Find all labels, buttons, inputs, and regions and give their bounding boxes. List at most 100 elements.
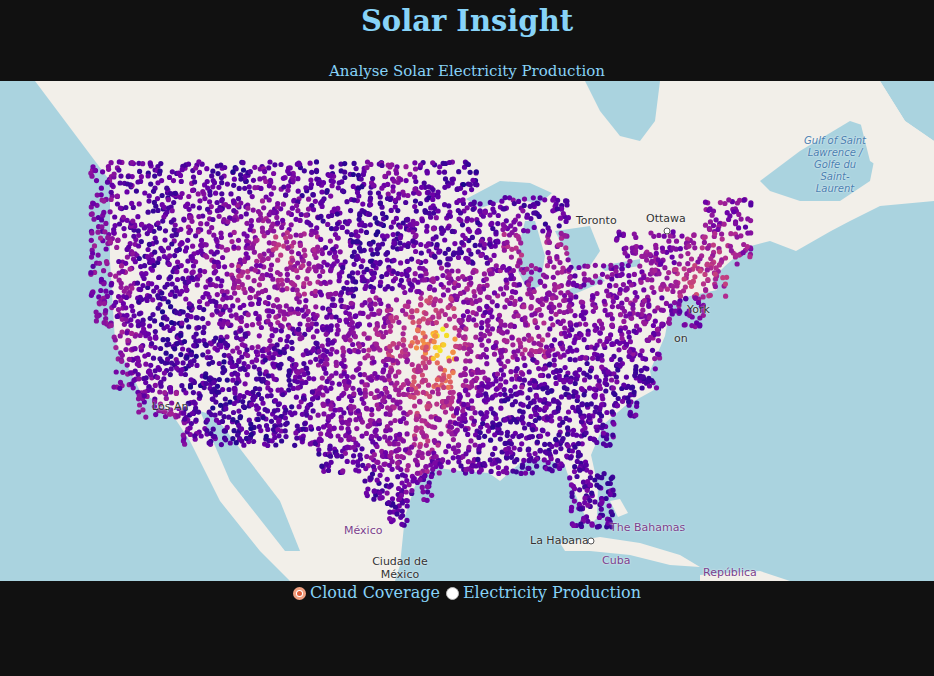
data-point — [349, 287, 354, 292]
data-point — [267, 197, 272, 202]
data-point — [462, 190, 467, 195]
data-point — [452, 241, 457, 246]
data-point — [130, 160, 135, 165]
data-point — [395, 208, 400, 213]
data-point — [216, 264, 221, 269]
data-point — [337, 274, 342, 279]
data-point — [475, 230, 480, 235]
data-point — [417, 265, 422, 270]
data-point — [504, 285, 509, 290]
data-point — [111, 230, 116, 235]
data-point — [309, 170, 314, 175]
data-point — [489, 221, 494, 226]
data-cell — [726, 197, 754, 231]
data-point — [319, 200, 324, 205]
data-point — [554, 254, 559, 259]
data-point — [660, 246, 665, 251]
data-point — [485, 261, 490, 266]
data-point — [274, 215, 279, 220]
data-point — [108, 239, 113, 244]
data-point — [101, 268, 106, 273]
data-point — [714, 217, 719, 222]
data-point — [335, 212, 340, 217]
data-point — [427, 286, 432, 291]
data-point — [656, 233, 661, 238]
data-point — [671, 229, 676, 234]
data-point — [215, 171, 220, 176]
hudson-bay — [585, 81, 660, 141]
data-point — [118, 174, 123, 179]
data-point — [468, 182, 473, 187]
data-point — [403, 200, 408, 205]
data-cell — [318, 232, 344, 268]
data-cell — [316, 196, 343, 231]
data-point — [231, 244, 236, 249]
data-point — [532, 289, 537, 294]
data-point — [466, 227, 471, 232]
data-point — [398, 246, 403, 251]
data-point — [240, 160, 245, 165]
data-point — [397, 241, 402, 246]
data-point — [298, 243, 303, 248]
data-point — [278, 162, 283, 167]
data-point — [352, 262, 357, 267]
data-point — [319, 189, 324, 194]
data-point — [276, 242, 281, 247]
data-point — [339, 290, 344, 295]
data-point — [413, 249, 418, 254]
data-point — [219, 245, 224, 250]
data-point — [538, 195, 543, 200]
data-point — [115, 194, 120, 199]
data-cell — [135, 196, 160, 234]
data-point — [465, 216, 470, 221]
data-point — [162, 238, 167, 243]
data-point — [89, 174, 94, 179]
data-point — [124, 286, 129, 291]
data-point — [191, 263, 196, 268]
data-point — [442, 237, 447, 242]
data-point — [308, 222, 313, 227]
data-point — [178, 173, 183, 178]
data-point — [283, 235, 288, 240]
data-point — [212, 264, 217, 269]
data-point — [431, 226, 436, 231]
data-point — [517, 221, 522, 226]
data-cell — [431, 231, 458, 268]
data-point — [339, 179, 344, 184]
data-point — [387, 267, 392, 272]
data-point — [446, 247, 451, 252]
data-point — [633, 248, 638, 253]
data-point — [368, 202, 373, 207]
data-point — [441, 292, 446, 297]
data-point — [295, 275, 300, 280]
data-point — [290, 258, 295, 263]
data-point — [728, 244, 733, 249]
data-point — [250, 194, 255, 199]
data-point — [418, 242, 423, 247]
data-point — [303, 185, 308, 190]
data-point — [468, 252, 473, 257]
map[interactable]: OttawaTorontoYorkonLos AnMéxicoCiudad de… — [0, 81, 934, 581]
data-point — [447, 272, 452, 277]
data-point — [512, 201, 517, 206]
data-point — [271, 210, 276, 215]
data-point — [154, 240, 159, 245]
data-point — [146, 247, 151, 252]
data-point — [351, 239, 356, 244]
data-point — [302, 248, 307, 253]
data-point — [184, 268, 189, 273]
data-point — [379, 274, 384, 279]
map-canvas[interactable] — [0, 81, 934, 581]
data-point — [220, 255, 225, 260]
data-point — [331, 246, 336, 251]
data-point — [332, 207, 337, 212]
data-point — [109, 183, 114, 188]
data-point — [302, 253, 307, 258]
data-point — [313, 199, 318, 204]
data-point — [257, 253, 262, 258]
data-point — [126, 174, 131, 179]
data-point — [352, 198, 357, 203]
data-point — [520, 208, 525, 213]
data-point — [444, 262, 449, 267]
data-point — [228, 191, 233, 196]
